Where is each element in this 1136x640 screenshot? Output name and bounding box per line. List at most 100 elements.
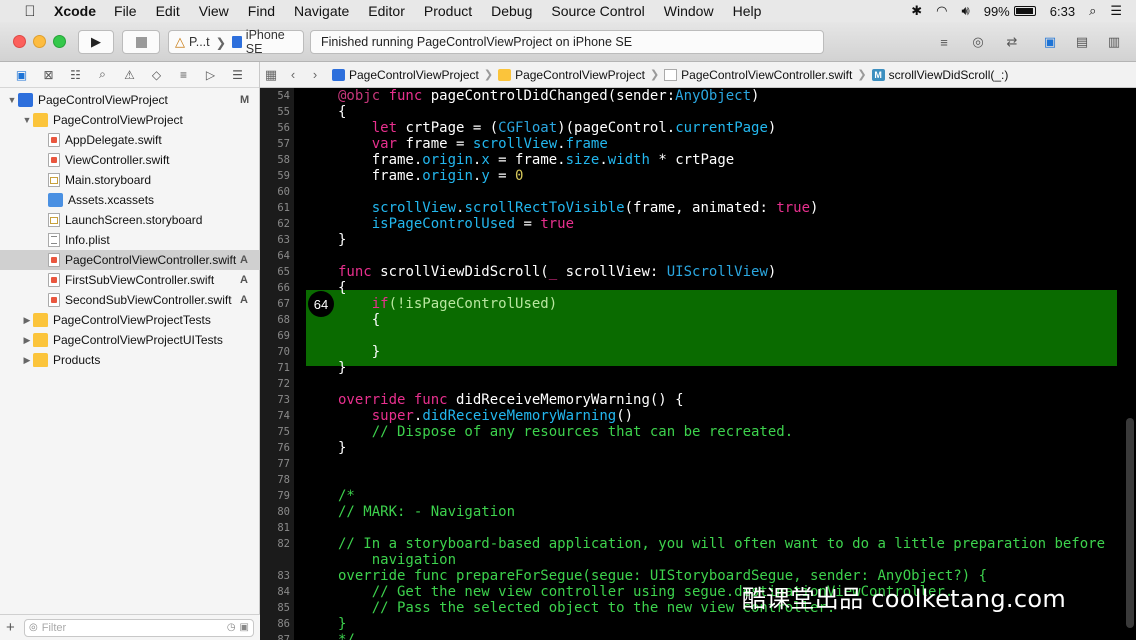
code-lines[interactable]: 54 @objc func pageControlDidChanged(sende… — [260, 88, 1136, 640]
navigator-item[interactable]: ▼ PageControlViewProject — [0, 110, 260, 130]
line-number[interactable]: 59 — [260, 168, 290, 184]
navigator-item[interactable]: Assets.xcassets — [0, 190, 260, 210]
menu-file[interactable]: File — [114, 3, 137, 19]
code-line[interactable]: 55 { — [260, 104, 1136, 120]
line-number[interactable]: 55 — [260, 104, 290, 120]
add-file-icon[interactable]: + — [6, 619, 24, 636]
back-icon[interactable]: ‹ — [282, 67, 304, 82]
menu-debug[interactable]: Debug — [491, 3, 532, 19]
code-line[interactable]: 63} — [260, 232, 1136, 248]
navigator-item[interactable]: PageControlViewController.swift A — [0, 250, 260, 270]
code-line[interactable]: 71} — [260, 360, 1136, 376]
line-number[interactable]: 64 — [260, 248, 290, 264]
code-line[interactable]: 57 var frame = scrollView.frame — [260, 136, 1136, 152]
volume-icon[interactable]: 🔊︎ — [962, 3, 970, 19]
close-window-button[interactable] — [13, 35, 26, 48]
test-navigator-tab-icon[interactable]: ◇ — [143, 64, 170, 86]
code-line[interactable]: 59 frame.origin.y = 0 — [260, 168, 1136, 184]
code-line[interactable]: 66 { — [260, 280, 1136, 296]
navigator-item[interactable]: ▶ PageControlViewProjectTests — [0, 310, 260, 330]
disclosure-closed-icon[interactable]: ▶ — [21, 335, 33, 346]
apple-menu-icon[interactable]:  — [20, 3, 40, 20]
code-line[interactable]: 86} — [260, 616, 1136, 632]
notification-center-icon[interactable]: ☰ — [1110, 3, 1122, 19]
scm-filter-icon[interactable]: ▣ — [240, 622, 249, 633]
line-number[interactable]: 60 — [260, 184, 290, 200]
wifi-icon[interactable]: ◠ — [936, 3, 947, 19]
code-line[interactable]: 77 — [260, 456, 1136, 472]
code-line[interactable]: 61 scrollView.scrollRectToVisible(frame,… — [260, 200, 1136, 216]
line-number[interactable]: 58 — [260, 152, 290, 168]
code-line[interactable]: 54 @objc func pageControlDidChanged(sende… — [260, 88, 1136, 104]
code-line[interactable]: 74 super.didReceiveMemoryWarning() — [260, 408, 1136, 424]
line-number[interactable]: 72 — [260, 376, 290, 392]
breadcrumb-group[interactable]: PageControlViewProject — [498, 68, 645, 82]
line-number[interactable]: 75 — [260, 424, 290, 440]
code-line[interactable]: 62 isPageControlUsed = true — [260, 216, 1136, 232]
line-number[interactable]: 68 — [260, 312, 290, 328]
code-line[interactable]: 87 */ — [260, 632, 1136, 640]
navigator-item[interactable]: FirstSubViewController.swift A — [0, 270, 260, 290]
menu-source-control[interactable]: Source Control — [551, 3, 644, 19]
navigator-item[interactable]: ▶ PageControlViewProjectUITests — [0, 330, 260, 350]
source-editor[interactable]: 54 @objc func pageControlDidChanged(sende… — [260, 88, 1136, 640]
code-line[interactable]: 67 if(!isPageControlUsed) — [260, 296, 1136, 312]
line-number[interactable]: 87 — [260, 632, 290, 640]
code-line[interactable]: 58 frame.origin.x = frame.size.width * c… — [260, 152, 1136, 168]
navigator-item[interactable]: ▼ PageControlViewProject M — [0, 90, 260, 110]
line-number[interactable]: 76 — [260, 440, 290, 456]
code-line[interactable]: 60 — [260, 184, 1136, 200]
code-line[interactable]: 75 // Dispose of any resources that can … — [260, 424, 1136, 440]
menu-view[interactable]: View — [199, 3, 229, 19]
navigator-item[interactable]: ▶ Products — [0, 350, 260, 370]
line-number[interactable]: 77 — [260, 456, 290, 472]
code-line[interactable]: 73 override func didReceiveMemoryWarning(… — [260, 392, 1136, 408]
menu-editor[interactable]: Editor — [368, 3, 405, 19]
line-number[interactable]: 81 — [260, 520, 290, 536]
line-number[interactable]: 74 — [260, 408, 290, 424]
symbol-navigator-tab-icon[interactable]: ☷ — [62, 64, 89, 86]
code-line[interactable]: 82 // In a storyboard-based application, … — [260, 536, 1136, 552]
breadcrumb-file[interactable]: PageControlViewController.swift — [664, 68, 852, 82]
line-number[interactable]: 73 — [260, 392, 290, 408]
line-number[interactable]: 82 — [260, 536, 290, 552]
toggle-navigator-icon[interactable]: ▣ — [1036, 31, 1064, 53]
disclosure-closed-icon[interactable]: ▶ — [21, 355, 33, 366]
line-number[interactable]: 54 — [260, 88, 290, 104]
source-control-navigator-tab-icon[interactable]: ⊠ — [35, 64, 62, 86]
code-line[interactable]: 64 — [260, 248, 1136, 264]
line-number[interactable]: 63 — [260, 232, 290, 248]
minimize-window-button[interactable] — [33, 35, 46, 48]
menu-app-name[interactable]: Xcode — [54, 3, 96, 19]
scheme-selector[interactable]: △ P...t ❯ iPhone SE — [168, 28, 304, 56]
code-line[interactable]: navigation — [260, 552, 1136, 568]
line-number[interactable]: 65 — [260, 264, 290, 280]
menu-navigate[interactable]: Navigate — [294, 3, 349, 19]
battery-icon[interactable] — [1013, 6, 1036, 16]
navigator-item[interactable]: AppDelegate.swift — [0, 130, 260, 150]
navigator-item[interactable]: LaunchScreen.storyboard — [0, 210, 260, 230]
disclosure-open-icon[interactable]: ▼ — [6, 95, 18, 105]
line-number[interactable]: 71 — [260, 360, 290, 376]
code-line[interactable]: 76} — [260, 440, 1136, 456]
code-line[interactable]: 72 — [260, 376, 1136, 392]
code-line[interactable]: 56 let crtPage = (CGFloat)(pageControl.c… — [260, 120, 1136, 136]
filter-input[interactable] — [41, 621, 227, 634]
assistant-editor-icon[interactable]: ◎ — [964, 31, 992, 53]
related-items-icon[interactable]: ▦ — [260, 67, 282, 83]
version-editor-icon[interactable]: ⇄ — [998, 31, 1026, 53]
line-number[interactable]: 62 — [260, 216, 290, 232]
clock[interactable]: 6:33 — [1050, 4, 1075, 19]
recent-files-icon[interactable]: ◷ — [227, 622, 236, 633]
menu-product[interactable]: Product — [424, 3, 472, 19]
forward-icon[interactable]: › — [304, 67, 326, 82]
navigator-item[interactable]: Info.plist — [0, 230, 260, 250]
stop-button[interactable] — [122, 30, 160, 54]
line-number[interactable]: 70 — [260, 344, 290, 360]
line-number[interactable]: 66 — [260, 280, 290, 296]
code-line[interactable]: 65 func scrollViewDidScroll(_ scrollView:… — [260, 264, 1136, 280]
disclosure-open-icon[interactable]: ▼ — [21, 115, 33, 125]
line-number[interactable]: 56 — [260, 120, 290, 136]
line-number[interactable]: 57 — [260, 136, 290, 152]
code-line[interactable]: 80 // MARK: - Navigation — [260, 504, 1136, 520]
